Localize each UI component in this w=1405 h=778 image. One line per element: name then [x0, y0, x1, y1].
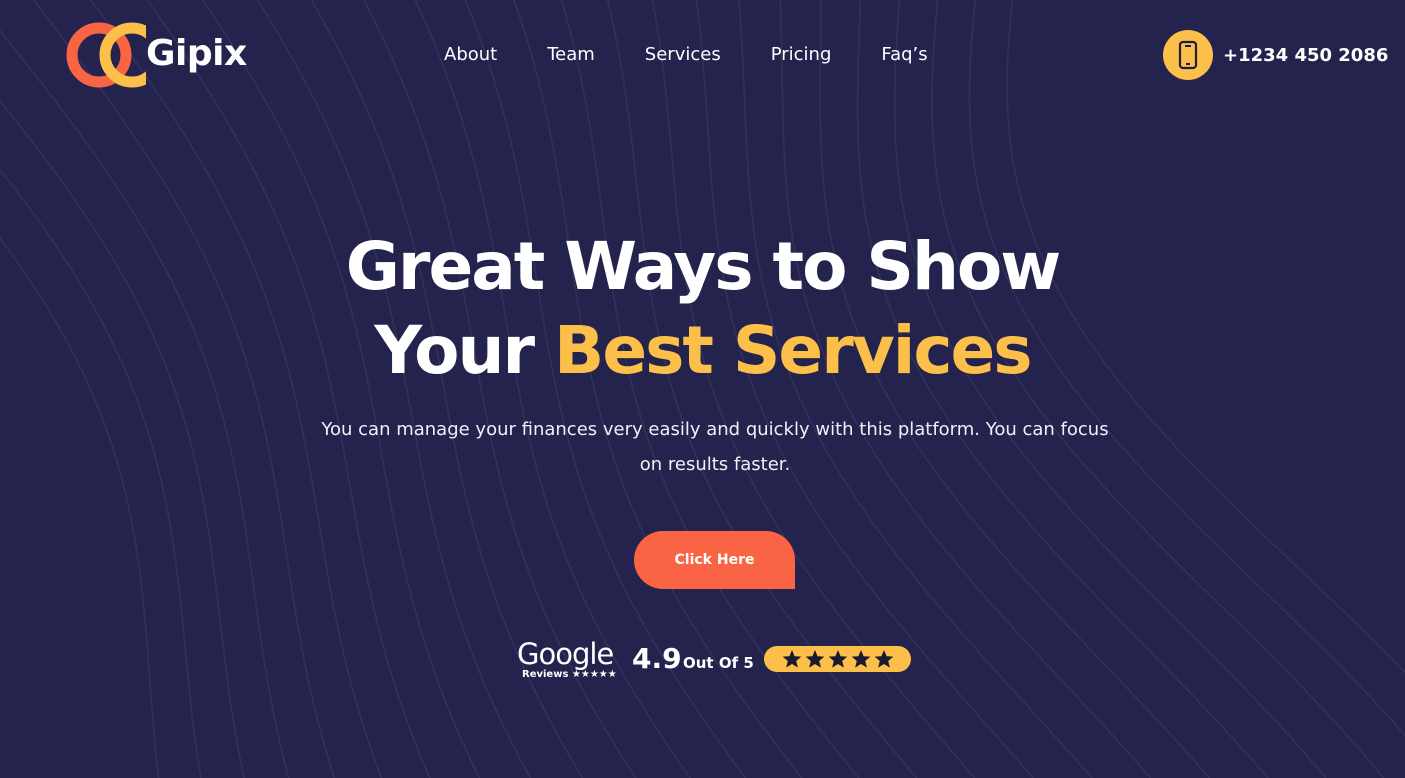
rating-label: Out Of 5	[683, 654, 754, 672]
logo[interactable]: Gipix	[66, 18, 247, 94]
rating-value: 4.9	[632, 642, 682, 675]
star-icon	[851, 650, 870, 668]
google-reviews: Google Reviews ★★★★★ 4.9 Out Of 5	[517, 638, 917, 684]
stars-badge	[764, 646, 911, 672]
star-icon	[805, 650, 824, 668]
phone-icon	[1163, 30, 1213, 80]
google-reviews-label: Reviews ★★★★★	[522, 669, 617, 680]
phone-number: +1234 450 2086	[1223, 44, 1389, 66]
hero-title-line2-lead: Your	[374, 312, 555, 389]
star-icon	[828, 650, 847, 668]
click-here-button[interactable]: Click Here	[634, 531, 795, 589]
logo-rings-icon	[66, 22, 165, 88]
hero-title-line1: Great Ways to Show	[345, 228, 1061, 305]
main-nav: About Team Services Pricing Faq’s	[444, 42, 928, 68]
nav-team[interactable]: Team	[547, 42, 595, 68]
hero-title-accent: Best Services	[554, 312, 1033, 389]
phone-contact[interactable]: +1234 450 2086	[1163, 30, 1388, 80]
hero-subtitle: You can manage your finances very easily…	[321, 419, 1109, 475]
google-logo-text: Google	[517, 637, 614, 671]
site-header: Gipix About Team Services Pricing Faq’s …	[0, 0, 1405, 110]
nav-pricing[interactable]: Pricing	[771, 42, 832, 68]
star-icon	[874, 650, 893, 668]
nav-about[interactable]: About	[444, 42, 497, 68]
hero-title: Great Ways to Show Your Best Services	[0, 225, 1405, 393]
star-icon	[782, 650, 801, 668]
nav-faqs[interactable]: Faq’s	[881, 42, 927, 68]
logo-text: Gipix	[146, 33, 247, 74]
nav-services[interactable]: Services	[645, 42, 721, 68]
